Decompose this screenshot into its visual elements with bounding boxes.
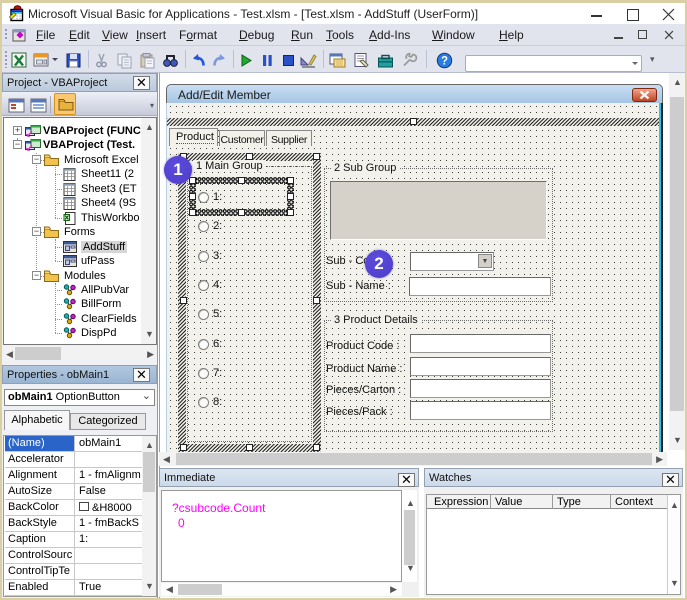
svg-text:?: ?: [441, 56, 448, 68]
